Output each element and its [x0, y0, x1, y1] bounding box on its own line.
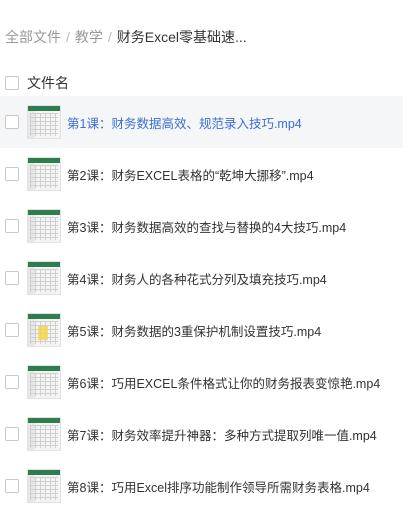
file-checkbox[interactable] [5, 375, 19, 389]
file-list-header: 文件名 [0, 71, 403, 95]
file-list: 第1课：财务数据高效、规范录入技巧.mp4 第2课：财务EXCEL表格的“乾坤大挪… [0, 96, 403, 512]
excel-video-thumbnail-icon[interactable] [27, 209, 61, 243]
thumbnail-grid [30, 217, 58, 240]
excel-video-thumbnail-icon[interactable] [27, 105, 61, 139]
file-name[interactable]: 第6课：巧用EXCEL条件格式让你的财务报表变惊艳.mp4 [67, 373, 380, 392]
excel-video-thumbnail-icon[interactable] [27, 417, 61, 451]
file-name[interactable]: 第1课：财务数据高效、规范录入技巧.mp4 [67, 113, 302, 132]
select-all-checkbox[interactable] [5, 76, 19, 90]
breadcrumb-separator: / [107, 29, 112, 45]
breadcrumb-item-all-files[interactable]: 全部文件 [5, 27, 61, 47]
file-name[interactable]: 第3课：财务数据高效的查找与替换的4大技巧.mp4 [67, 217, 346, 236]
excel-video-thumbnail-icon[interactable] [27, 469, 61, 503]
file-checkbox[interactable] [5, 219, 19, 233]
thumbnail-highlight [38, 326, 48, 340]
thumbnail-grid [30, 373, 58, 396]
excel-video-thumbnail-icon[interactable] [27, 261, 61, 295]
excel-video-thumbnail-icon[interactable] [27, 313, 61, 347]
thumbnail-grid [30, 165, 58, 188]
breadcrumb: 全部文件 / 教学 / 财务Excel零基础速... [5, 27, 247, 47]
file-checkbox[interactable] [5, 115, 19, 129]
file-row[interactable]: 第7课：财务效率提升神器：多种方式提取列唯一值.mp4 [0, 408, 403, 460]
file-row[interactable]: 第4课：财务人的各种花式分列及填充技巧.mp4 [0, 252, 403, 304]
file-row[interactable]: 第5课：财务数据的3重保护机制设置技巧.mp4 [0, 304, 403, 356]
breadcrumb-current-folder: 财务Excel零基础速... [116, 29, 247, 45]
file-checkbox[interactable] [5, 427, 19, 441]
thumbnail-grid [30, 477, 58, 500]
excel-video-thumbnail-icon[interactable] [27, 157, 61, 191]
file-row[interactable]: 第8课：巧用Excel排序功能制作领导所需财务表格.mp4 [0, 460, 403, 512]
thumbnail-grid [30, 269, 58, 292]
column-header-filename: 文件名 [27, 75, 69, 91]
breadcrumb-separator: / [66, 29, 70, 45]
excel-video-thumbnail-icon[interactable] [27, 365, 61, 399]
file-row[interactable]: 第2课：财务EXCEL表格的“乾坤大挪移”.mp4 [0, 148, 403, 200]
breadcrumb-item-teaching[interactable]: 教学 [75, 27, 103, 47]
file-row[interactable]: 第6课：巧用EXCEL条件格式让你的财务报表变惊艳.mp4 [0, 356, 403, 408]
file-name[interactable]: 第8课：巧用Excel排序功能制作领导所需财务表格.mp4 [67, 477, 370, 496]
file-checkbox[interactable] [5, 271, 19, 285]
thumbnail-grid [30, 425, 58, 448]
file-row[interactable]: 第1课：财务数据高效、规范录入技巧.mp4 [0, 96, 403, 148]
file-row[interactable]: 第3课：财务数据高效的查找与替换的4大技巧.mp4 [0, 200, 403, 252]
file-name[interactable]: 第7课：财务效率提升神器：多种方式提取列唯一值.mp4 [67, 425, 377, 444]
file-name[interactable]: 第2课：财务EXCEL表格的“乾坤大挪移”.mp4 [67, 165, 314, 184]
file-checkbox[interactable] [5, 167, 19, 181]
file-checkbox[interactable] [5, 479, 19, 493]
file-name[interactable]: 第4课：财务人的各种花式分列及填充技巧.mp4 [67, 269, 327, 288]
file-name[interactable]: 第5课：财务数据的3重保护机制设置技巧.mp4 [67, 321, 321, 340]
file-checkbox[interactable] [5, 323, 19, 337]
thumbnail-grid [30, 113, 58, 136]
